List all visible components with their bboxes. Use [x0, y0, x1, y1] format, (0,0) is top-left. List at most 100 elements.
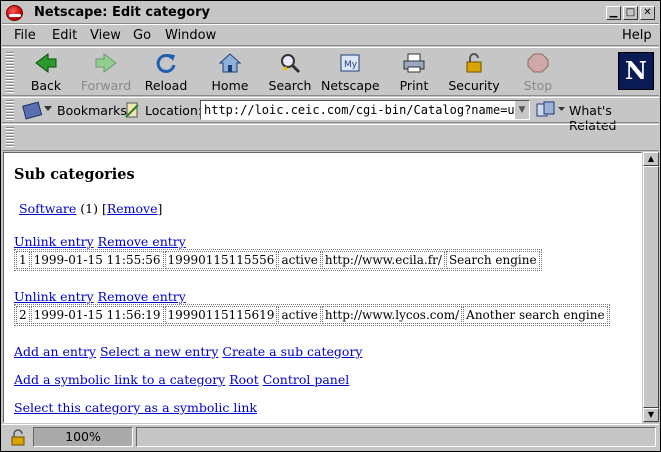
- home-label: Home: [211, 78, 249, 93]
- select-new-entry-link[interactable]: Select a new entry: [100, 344, 218, 359]
- stop-button[interactable]: Stop: [509, 50, 567, 94]
- entry-table: 1 1999-01-15 11:55:56 19990115115556 act…: [14, 249, 542, 271]
- location-bar-grip[interactable]: [6, 100, 14, 120]
- printer-icon: [403, 53, 425, 73]
- title-bar: Netscape: Edit category ▁ □ ✕: [2, 2, 659, 24]
- stop-label: Stop: [523, 78, 553, 93]
- security-label: Security: [448, 78, 500, 93]
- entry-status: active: [278, 251, 321, 269]
- back-button[interactable]: Back: [17, 50, 75, 94]
- subcategory-line: Software (1) [Remove]: [19, 201, 162, 216]
- window-title: Netscape: Edit category: [34, 5, 210, 20]
- menu-window[interactable]: Window: [165, 28, 216, 43]
- entry-actions: Unlink entry Remove entry: [14, 234, 186, 249]
- location-label: Location:: [145, 103, 203, 118]
- netscape-label: Netscape: [321, 78, 380, 93]
- search-icon: [281, 54, 301, 74]
- home-button[interactable]: Home: [201, 50, 259, 94]
- entry-actions: Unlink entry Remove entry: [14, 289, 186, 304]
- subcategory-link[interactable]: Software: [19, 201, 76, 216]
- unlink-entry-link[interactable]: Unlink entry: [14, 234, 94, 249]
- search-label: Search: [268, 78, 312, 93]
- reload-label: Reload: [144, 78, 188, 93]
- subcategory-bracket-close: ]: [157, 201, 163, 216]
- back-arrow-icon: [35, 53, 57, 73]
- status-bar: 100%: [2, 424, 659, 451]
- personal-toolbar-grip[interactable]: [6, 127, 14, 147]
- scroll-up-arrow-icon[interactable]: ▲: [643, 152, 659, 166]
- security-lock-icon[interactable]: [9, 429, 27, 447]
- browser-window: Netscape: Edit category ▁ □ ✕ File Edit …: [0, 0, 661, 452]
- search-button[interactable]: Search: [261, 50, 319, 94]
- location-bar: Bookmarks Location: http://loic.ceic.com…: [2, 97, 659, 133]
- netscape-logo[interactable]: N: [618, 52, 654, 90]
- status-message: [136, 427, 656, 447]
- entry-description: Search engine: [445, 251, 540, 269]
- add-symbolic-link-link[interactable]: Add a symbolic link to a category: [14, 372, 225, 387]
- print-button[interactable]: Print: [385, 50, 443, 94]
- menu-edit[interactable]: Edit: [52, 28, 77, 43]
- close-button[interactable]: ✕: [640, 6, 655, 20]
- entry-date: 1999-01-15 11:56:19: [30, 306, 164, 324]
- url-input[interactable]: http://loic.ceic.com/cgi-bin/Catalog?nam…: [200, 100, 530, 120]
- minimize-button[interactable]: ▁: [606, 6, 621, 20]
- reload-icon: [156, 53, 176, 73]
- page-content: Sub categories Software (1) [Remove] Unl…: [3, 152, 642, 423]
- personal-toolbar: [2, 124, 659, 151]
- menu-file[interactable]: File: [14, 28, 36, 43]
- entry-date: 1999-01-15 11:55:56: [30, 251, 164, 269]
- subcategory-count: (1): [80, 201, 98, 216]
- menu-go[interactable]: Go: [133, 28, 151, 43]
- entry-timestamp: 19990115115556: [164, 251, 278, 269]
- forward-label: Forward: [80, 78, 132, 93]
- redhat-logo-icon[interactable]: [6, 5, 23, 21]
- entry-table: 2 1999-01-15 11:56:19 19990115115619 act…: [14, 304, 610, 326]
- symbolic-link-actions: Select this category as a symbolic link: [14, 400, 257, 415]
- back-label: Back: [30, 78, 62, 93]
- home-icon: [218, 53, 242, 73]
- whats-related-icon[interactable]: [536, 101, 566, 120]
- reload-button[interactable]: Reload: [137, 50, 195, 94]
- remove-entry-link[interactable]: Remove entry: [98, 289, 186, 304]
- unlink-entry-link[interactable]: Unlink entry: [14, 289, 94, 304]
- netscape-button[interactable]: My Netscape: [321, 50, 380, 94]
- subcategory-remove-link[interactable]: Remove: [107, 201, 158, 216]
- table-row: 2 1999-01-15 11:56:19 19990115115619 act…: [16, 306, 608, 324]
- scroll-down-arrow-icon[interactable]: ▼: [643, 408, 659, 422]
- entry-id: 1: [16, 251, 30, 269]
- navigation-toolbar: Back Forward Reload Home Search My Netsc…: [2, 47, 659, 96]
- svg-text:My: My: [344, 60, 358, 70]
- scroll-thumb[interactable]: [643, 166, 659, 408]
- zoom-indicator: 100%: [33, 427, 133, 447]
- padlock-icon: [466, 53, 482, 73]
- entry-status: active: [278, 306, 321, 324]
- maximize-button[interactable]: □: [623, 6, 638, 20]
- menu-bar: File Edit View Go Window Help: [2, 24, 659, 46]
- location-page-icon[interactable]: [124, 101, 140, 119]
- my-netscape-icon: My: [340, 54, 360, 72]
- entry-action-links: Add an entry Select a new entry Create a…: [14, 344, 362, 359]
- remove-entry-link[interactable]: Remove entry: [98, 234, 186, 249]
- print-label: Print: [399, 78, 429, 93]
- entry-url: http://www.ecila.fr/: [321, 251, 445, 269]
- menu-view[interactable]: View: [90, 28, 121, 43]
- security-button[interactable]: Security: [445, 50, 503, 94]
- entry-id: 2: [16, 306, 30, 324]
- add-entry-link[interactable]: Add an entry: [14, 344, 96, 359]
- menu-help[interactable]: Help: [622, 28, 652, 43]
- entry-timestamp: 19990115115619: [164, 306, 278, 324]
- create-subcategory-link[interactable]: Create a sub category: [222, 344, 362, 359]
- toolbar-grip[interactable]: [6, 51, 14, 93]
- entry-url: http://www.lycos.com/: [321, 306, 463, 324]
- root-link[interactable]: Root: [229, 372, 259, 387]
- url-dropdown-icon[interactable]: ▼: [515, 101, 529, 119]
- vertical-scrollbar[interactable]: ▲ ▼: [643, 152, 659, 423]
- bookmarks-label[interactable]: Bookmarks: [57, 103, 127, 118]
- select-as-symbolic-link-link[interactable]: Select this category as a symbolic link: [14, 400, 257, 415]
- bookmarks-icon[interactable]: [20, 100, 54, 120]
- forward-button[interactable]: Forward: [77, 50, 135, 94]
- entry-description: Another search engine: [463, 306, 608, 324]
- control-panel-link[interactable]: Control panel: [263, 372, 350, 387]
- stop-icon: [527, 53, 549, 73]
- page-heading: Sub categories: [14, 166, 135, 183]
